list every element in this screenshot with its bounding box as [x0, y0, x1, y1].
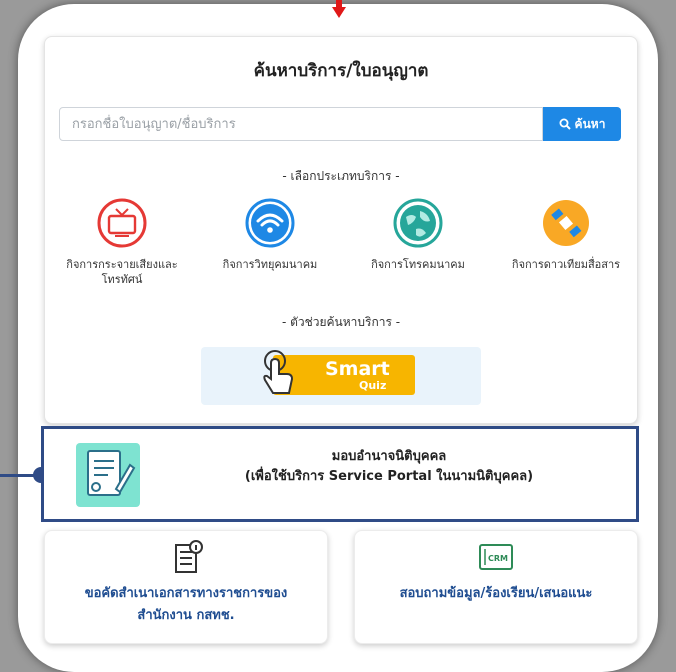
- search-input[interactable]: [59, 107, 543, 141]
- power-of-attorney-subtitle: (เพื่อใช้บริการ Service Portal ในนามนิติ…: [244, 469, 534, 484]
- search-bar: ค้นหา: [59, 107, 621, 141]
- category-broadcast[interactable]: กิจการกระจายเสียงและโทรทัศน์: [53, 197, 191, 287]
- category-label: กิจการดาวเทียมสื่อสาร: [511, 258, 621, 271]
- helper-heading: - ตัวช่วยค้นหาบริการ -: [281, 315, 401, 329]
- arrow-down-icon: [332, 7, 346, 18]
- smart-quiz-banner[interactable]: Smart Quiz: [201, 347, 481, 405]
- category-label: กิจการกระจายเสียงและโทรทัศน์: [66, 258, 178, 286]
- request-document-copy-button[interactable]: ขอคัดสำเนาเอกสารทางราชการของ สำนักงาน กส…: [44, 530, 328, 644]
- search-button-label: ค้นหา: [574, 116, 606, 131]
- category-label: กิจการโทรคมนาคม: [371, 258, 465, 271]
- category-label: กิจการวิทยุคมนาคม: [222, 258, 318, 271]
- smart-quiz-button[interactable]: Smart Quiz: [263, 350, 415, 395]
- document-info-icon: [175, 540, 203, 573]
- document-sign-icon: [76, 443, 140, 507]
- globe-icon: [393, 198, 443, 248]
- crm-inquiry-label: สอบถามข้อมูล/ร้องเรียน/เสนอแนะ: [399, 586, 593, 601]
- category-satellite[interactable]: กิจการดาวเทียมสื่อสาร: [497, 197, 635, 272]
- search-card: ค้นหาบริการ/ใบอนุญาต ค้นหา - เลือกประเภท…: [44, 36, 638, 424]
- smart-quiz-title: Smart: [325, 358, 390, 380]
- satellite-icon: [543, 200, 589, 246]
- power-of-attorney-title: มอบอำนาจนิติบุคคล: [331, 449, 447, 464]
- request-document-label-line2: สำนักงาน กสทช.: [137, 608, 235, 623]
- search-button[interactable]: ค้นหา: [543, 107, 621, 141]
- search-icon: [559, 118, 571, 130]
- smart-quiz-subtitle: Quiz: [359, 379, 387, 392]
- hand-pointer-icon: [263, 350, 294, 394]
- crm-icon: CRM: [479, 544, 513, 570]
- category-telecom[interactable]: กิจการโทรคมนาคม: [349, 197, 487, 272]
- search-title: ค้นหาบริการ/ใบอนุญาต: [253, 61, 429, 81]
- power-of-attorney-card[interactable]: มอบอำนาจนิติบุคคล (เพื่อใช้บริการ Servic…: [41, 426, 639, 522]
- request-document-label-line1: ขอคัดสำเนาเอกสารทางราชการของ: [84, 586, 288, 601]
- wifi-icon: [245, 198, 295, 248]
- category-radio[interactable]: กิจการวิทยุคมนาคม: [201, 197, 339, 272]
- tv-icon: [97, 198, 147, 248]
- category-heading: - เลือกประเภทบริการ -: [282, 169, 400, 183]
- crm-inquiry-button[interactable]: CRM สอบถามข้อมูล/ร้องเรียน/เสนอแนะ: [354, 530, 638, 644]
- crm-icon-text: CRM: [488, 554, 508, 563]
